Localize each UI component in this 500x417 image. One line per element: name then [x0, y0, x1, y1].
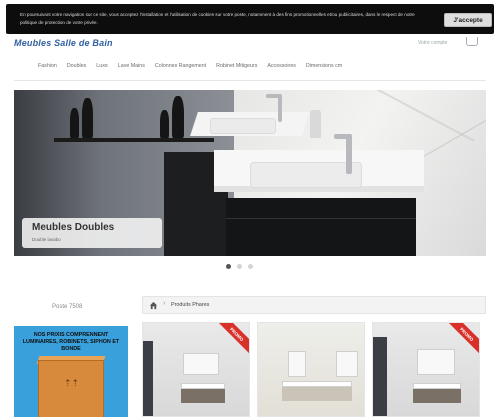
vase-decor [82, 98, 93, 138]
box-arrows-icon: ⇡⇡ [64, 378, 80, 388]
hero-basin-back [210, 118, 276, 134]
faucet [346, 134, 352, 174]
vase-decor [172, 96, 184, 138]
main-nav: Fashion Doubles Luxe Lave Mains Colonnes… [38, 58, 488, 74]
cart-icon[interactable] [466, 37, 478, 46]
slider-dot-1[interactable] [226, 264, 231, 269]
cookie-text: En poursuivant votre navigation sur ce s… [20, 12, 415, 25]
hero-shelf [54, 138, 214, 142]
vase-decor [160, 110, 169, 138]
faucet-spout [334, 134, 352, 139]
product-image-detail [143, 341, 153, 416]
breadcrumb-separator: › [163, 300, 166, 307]
sidebar-title: Poste 7508 [52, 304, 83, 310]
product-cabinet [413, 389, 461, 403]
promo-banner[interactable]: NOS PRIXIS COMPRENNENT LUMINAIRES, ROBIN… [14, 326, 128, 417]
product-mirror [183, 353, 219, 375]
nav-item-doubles[interactable]: Doubles [67, 63, 86, 69]
slider-dots [226, 264, 253, 269]
drawer-divider [226, 218, 416, 219]
faucet-spout [266, 94, 280, 98]
hero-caption[interactable]: Meubles Doubles Double lavabo [22, 218, 162, 248]
nav-item-fashion[interactable]: Fashion [38, 63, 57, 69]
hero-slider[interactable]: Meubles Doubles Double lavabo [14, 90, 486, 256]
page: Meubles Salle de Bain Votre compte En po… [0, 0, 500, 417]
breadcrumb-current: Produits Phares [171, 302, 210, 308]
slider-dot-2[interactable] [237, 264, 242, 269]
product-mirror [417, 349, 455, 375]
product-image-detail [373, 337, 387, 416]
vase-decor [70, 108, 79, 138]
nav-item-lave-mains[interactable]: Lave Mains [118, 63, 145, 69]
product-card[interactable]: PROMO [142, 322, 250, 417]
slider-dot-3[interactable] [248, 264, 253, 269]
product-card[interactable] [257, 322, 365, 417]
soap-bottle [310, 110, 321, 138]
breadcrumb: › Produits Phares [142, 296, 486, 314]
nav-divider [14, 80, 486, 81]
product-card[interactable]: PROMO [372, 322, 480, 417]
nav-item-accessoires[interactable]: Accessoires [267, 63, 296, 69]
faucet [278, 94, 282, 122]
hero-vanity-cabinet [226, 198, 416, 256]
hero-title: Meubles Doubles [32, 222, 115, 233]
product-mirror [336, 351, 358, 377]
nav-item-colonnes[interactable]: Colonnes Rangement [155, 63, 206, 69]
site-logo[interactable]: Meubles Salle de Bain [14, 38, 113, 48]
nav-item-dimensions[interactable]: Dimensions cm [306, 63, 342, 69]
product-mirror [288, 351, 306, 377]
nav-item-luxe[interactable]: Luxe [96, 63, 108, 69]
product-cabinet [282, 387, 352, 401]
hero-subtitle: Double lavabo [32, 237, 61, 242]
promo-text: NOS PRIXIS COMPRENNENT LUMINAIRES, ROBIN… [22, 332, 120, 352]
product-cabinet [181, 389, 225, 403]
home-icon[interactable] [149, 301, 158, 310]
nav-item-robinet[interactable]: Robinet Mitigeurs [216, 63, 257, 69]
cookie-accept-button[interactable]: J'accepte [444, 13, 492, 27]
account-link[interactable]: Votre compte [418, 40, 447, 46]
cookie-banner: En poursuivant votre navigation sur ce s… [6, 4, 494, 34]
